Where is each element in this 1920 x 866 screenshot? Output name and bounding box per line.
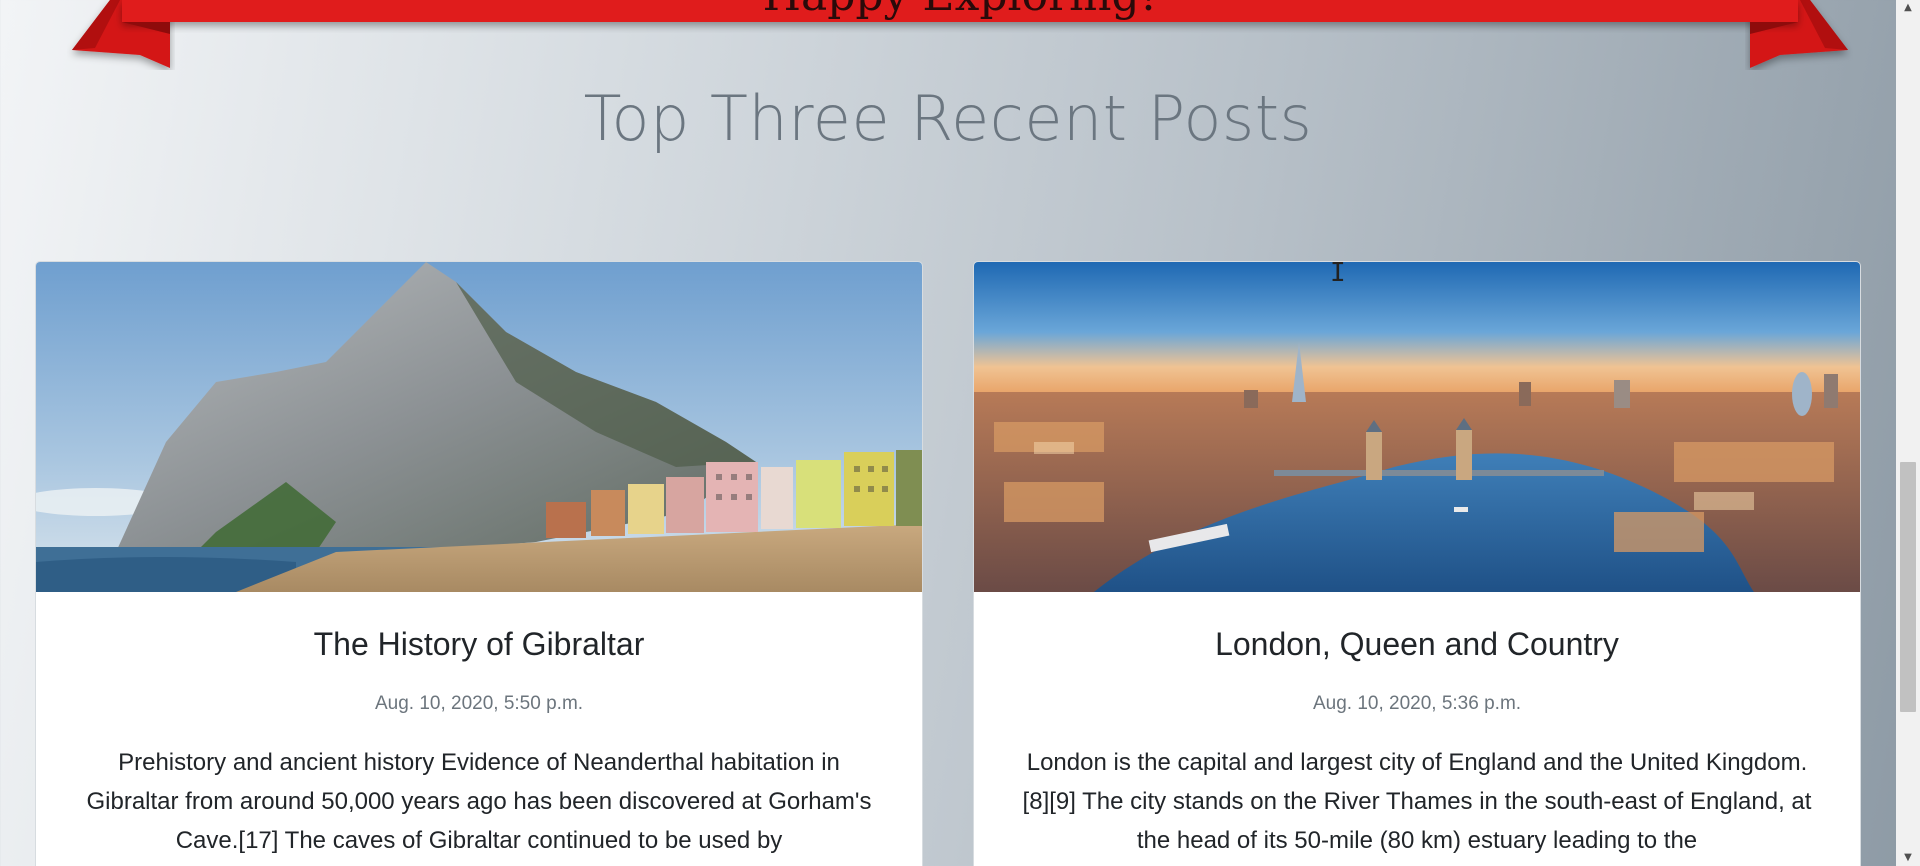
- text-cursor-icon: I: [1330, 258, 1346, 288]
- post-image-gibraltar[interactable]: [36, 262, 922, 592]
- post-body-gibraltar: The History of Gibraltar Aug. 10, 2020, …: [36, 626, 922, 860]
- post-card-gibraltar[interactable]: The History of Gibraltar Aug. 10, 2020, …: [35, 261, 923, 866]
- section-title: Top Three Recent Posts: [583, 82, 1313, 155]
- gibraltar-image-drawing: [36, 262, 922, 592]
- post-excerpt: Prehistory and ancient history Evidence …: [86, 749, 872, 854]
- banner-text: Happy Exploring!: [170, 0, 1750, 21]
- post-excerpt: London is the capital and largest city o…: [1022, 749, 1812, 854]
- ribbon-banner: Happy Exploring!: [0, 0, 1920, 70]
- london-image-drawing: [974, 262, 1860, 592]
- vertical-scrollbar[interactable]: ▲ ▼: [1896, 0, 1920, 866]
- triangle-down-icon[interactable]: ▼: [1896, 850, 1920, 866]
- post-date: Aug. 10, 2020, 5:36 p.m.: [1312, 693, 1522, 714]
- post-image-london[interactable]: [974, 262, 1860, 592]
- scrollbar-thumb[interactable]: [1900, 462, 1916, 712]
- triangle-up-icon[interactable]: ▲: [1896, 0, 1920, 16]
- post-title[interactable]: The History of Gibraltar: [76, 626, 882, 663]
- post-date: Aug. 10, 2020, 5:50 p.m.: [374, 693, 584, 714]
- post-title[interactable]: London, Queen and Country: [1014, 626, 1820, 663]
- post-body-london: London, Queen and Country Aug. 10, 2020,…: [974, 626, 1860, 860]
- post-card-london[interactable]: London, Queen and Country Aug. 10, 2020,…: [973, 261, 1861, 866]
